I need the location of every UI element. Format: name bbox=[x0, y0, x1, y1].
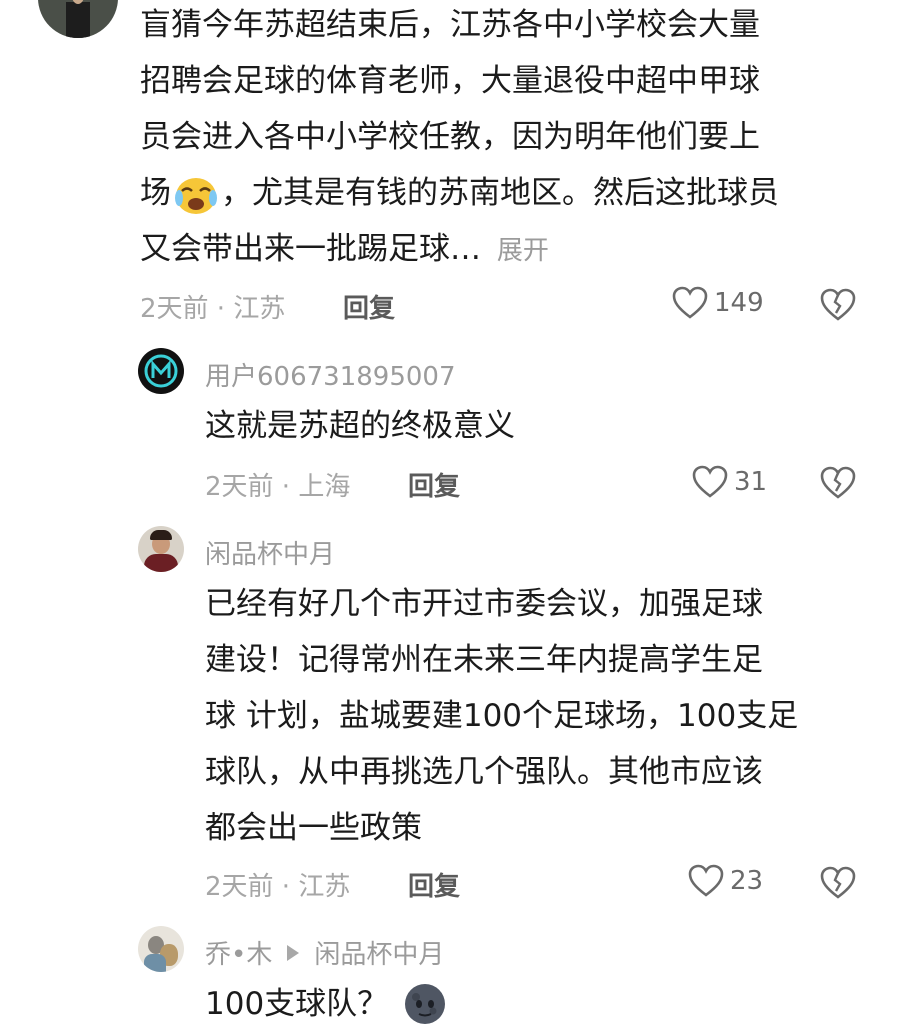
comment-line: 建设！记得常州在未来三年内提高学生足 bbox=[205, 642, 763, 678]
comment-meta: 2天前 · 江苏 bbox=[205, 872, 351, 902]
comment-line: 球队，从中再挑选几个强队。其他市应该 bbox=[205, 754, 763, 790]
comment-meta: 2天前 · 上海 bbox=[205, 472, 351, 502]
comment-fragment: 又会带出来一批踢足球… bbox=[140, 231, 481, 267]
broken-heart-icon bbox=[820, 288, 856, 322]
like-count: 23 bbox=[730, 866, 764, 896]
comment-fragment: 场 bbox=[140, 175, 171, 211]
comment-line: 场 ，尤其是有钱的苏南地区。然后这批球员 bbox=[140, 165, 880, 221]
comment-text: 盲猜今年苏超结束后，江苏各中小学校会大量 招聘会足球的体育老师，大量退役中超中甲… bbox=[140, 0, 880, 279]
dislike-button[interactable] bbox=[820, 466, 856, 500]
comment-text: 已经有好几个市开过市委会议，加强足球 建设！记得常州在未来三年内提高学生足 球 … bbox=[205, 576, 885, 856]
like-button[interactable]: 23 bbox=[688, 864, 763, 898]
dark-moon-face-icon bbox=[402, 982, 448, 1026]
comment-line: 招聘会足球的体育老师，大量退役中超中甲球 bbox=[140, 63, 760, 99]
username[interactable]: 用户606731895007 bbox=[205, 356, 456, 393]
like-count: 149 bbox=[714, 288, 764, 318]
like-button[interactable]: 31 bbox=[692, 465, 767, 499]
heart-icon bbox=[672, 286, 708, 320]
comment-line: 已经有好几个市开过市委会议，加强足球 bbox=[205, 586, 763, 622]
reply-to-username[interactable]: 闲品杯中月 bbox=[314, 934, 444, 971]
avatar-top[interactable] bbox=[38, 0, 118, 38]
crying-laughing-face-icon bbox=[173, 174, 219, 216]
like-button[interactable]: 149 bbox=[672, 286, 764, 320]
comment-line: 员会进入各中小学校任教，因为明年他们要上 bbox=[140, 119, 760, 155]
avatar[interactable] bbox=[138, 348, 184, 394]
dislike-button[interactable] bbox=[820, 288, 856, 322]
reply-button[interactable]: 回复 bbox=[408, 466, 460, 503]
comment-meta: 2天前 · 江苏 bbox=[140, 294, 286, 324]
broken-heart-icon bbox=[820, 866, 856, 900]
comment-text: 这就是苏超的终极意义 bbox=[205, 408, 515, 444]
avatar[interactable] bbox=[138, 526, 184, 572]
comment-line: 又会带出来一批踢足球… 展开 bbox=[140, 221, 880, 279]
expand-link[interactable]: 展开 bbox=[497, 236, 549, 266]
reply-thread-header: 乔•木 闲品杯中月 bbox=[205, 934, 444, 971]
avatar[interactable] bbox=[138, 926, 184, 972]
comment-line: 都会出一些政策 bbox=[205, 810, 422, 846]
username[interactable]: 乔•木 bbox=[205, 934, 272, 971]
dislike-button[interactable] bbox=[820, 866, 856, 900]
reply-arrow-icon bbox=[286, 944, 300, 962]
comment-fragment: ，尤其是有钱的苏南地区。然后这批球员 bbox=[221, 175, 779, 211]
heart-icon bbox=[692, 465, 728, 499]
reply-button[interactable]: 回复 bbox=[343, 288, 395, 325]
comment-line: 球 计划，盐城要建100个足球场，100支足 bbox=[205, 698, 799, 734]
like-count: 31 bbox=[734, 467, 768, 497]
reply-button[interactable]: 回复 bbox=[408, 866, 460, 903]
heart-icon bbox=[688, 864, 724, 898]
username[interactable]: 闲品杯中月 bbox=[205, 534, 335, 571]
comment-line: 盲猜今年苏超结束后，江苏各中小学校会大量 bbox=[140, 7, 760, 43]
broken-heart-icon bbox=[820, 466, 856, 500]
